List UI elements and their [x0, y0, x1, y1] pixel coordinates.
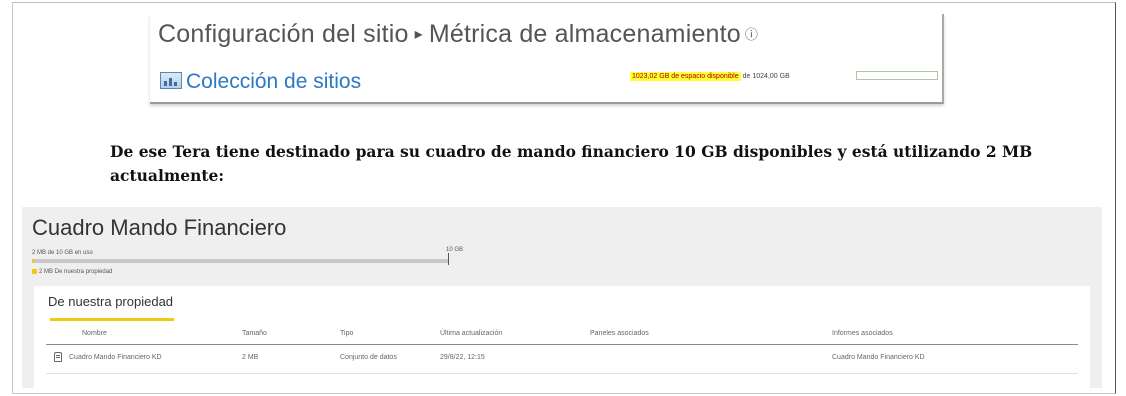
title-site-settings[interactable]: Configuración del sitio: [158, 20, 409, 48]
column-header-reports[interactable]: Informes asociados: [832, 330, 893, 337]
storage-metrics-screenshot: Configuración del sitio ▸ Métrica de almac…: [150, 14, 944, 104]
tab-owned[interactable]: De nuestra propiedad: [48, 294, 173, 309]
storage-usage-text: 1023,02 GB de espacio disponible de 1024,…: [630, 72, 790, 81]
breadcrumb-separator-icon: ▸: [414, 26, 423, 43]
cell-name[interactable]: Cuadro Mando Financiero KD: [69, 354, 162, 361]
site-collection-label: Colección de sitios: [186, 70, 362, 93]
column-header-size[interactable]: Tamaño: [242, 330, 267, 337]
usage-bar-fill: [32, 259, 34, 263]
row-divider: [46, 373, 1078, 374]
usage-text: 2 MB de 10 GB en uso: [32, 250, 93, 256]
column-header-dashboards[interactable]: Paneles asociados: [590, 330, 649, 337]
workspace-title: Cuadro Mando Financiero: [32, 215, 287, 240]
info-icon[interactable]: ⓘ: [745, 27, 758, 42]
table-row[interactable]: Cuadro Mando Financiero KD 2 MB Conjunto…: [34, 345, 1090, 369]
body-paragraph: De ese Tera tiene destinado para su cuad…: [110, 142, 1033, 185]
powerbi-storage-panel: Cuadro Mando Financiero 2 MB de 10 GB en…: [22, 207, 1102, 388]
page-title: Configuración del sitio ▸ Métrica de almac…: [158, 20, 758, 49]
column-header-name[interactable]: Nombre: [82, 330, 107, 337]
owned-content-card: De nuestra propiedad Nombre Tamaño Tipo …: [34, 286, 1090, 388]
title-storage-metrics: Métrica de almacenamiento: [428, 20, 741, 48]
available-space-text: 1023,02 GB de espacio disponible: [630, 72, 741, 81]
usage-legend: 2 MB De nuestra propiedad: [32, 269, 112, 275]
cell-type: Conjunto de datos: [340, 354, 397, 361]
active-tab-indicator: [50, 318, 174, 321]
storage-usage-bar: [856, 71, 938, 80]
site-collection-link[interactable]: Colección de sitios: [160, 70, 361, 94]
dataset-icon: [54, 352, 62, 362]
cell-updated: 29/8/22, 12:15: [440, 354, 485, 361]
legend-label: 2 MB De nuestra propiedad: [39, 269, 113, 275]
column-header-type[interactable]: Tipo: [340, 330, 353, 337]
cell-reports[interactable]: Cuadro Mando Financiero KD: [832, 354, 925, 361]
legend-swatch: [32, 269, 37, 274]
usage-bar: [32, 259, 448, 263]
capacity-tick: [448, 253, 449, 265]
total-space-text: de 1024,00 GB: [742, 73, 790, 80]
cell-size: 2 MB: [242, 354, 259, 361]
column-header-updated[interactable]: Última actualización: [440, 330, 502, 337]
site-collection-icon: [160, 72, 182, 89]
